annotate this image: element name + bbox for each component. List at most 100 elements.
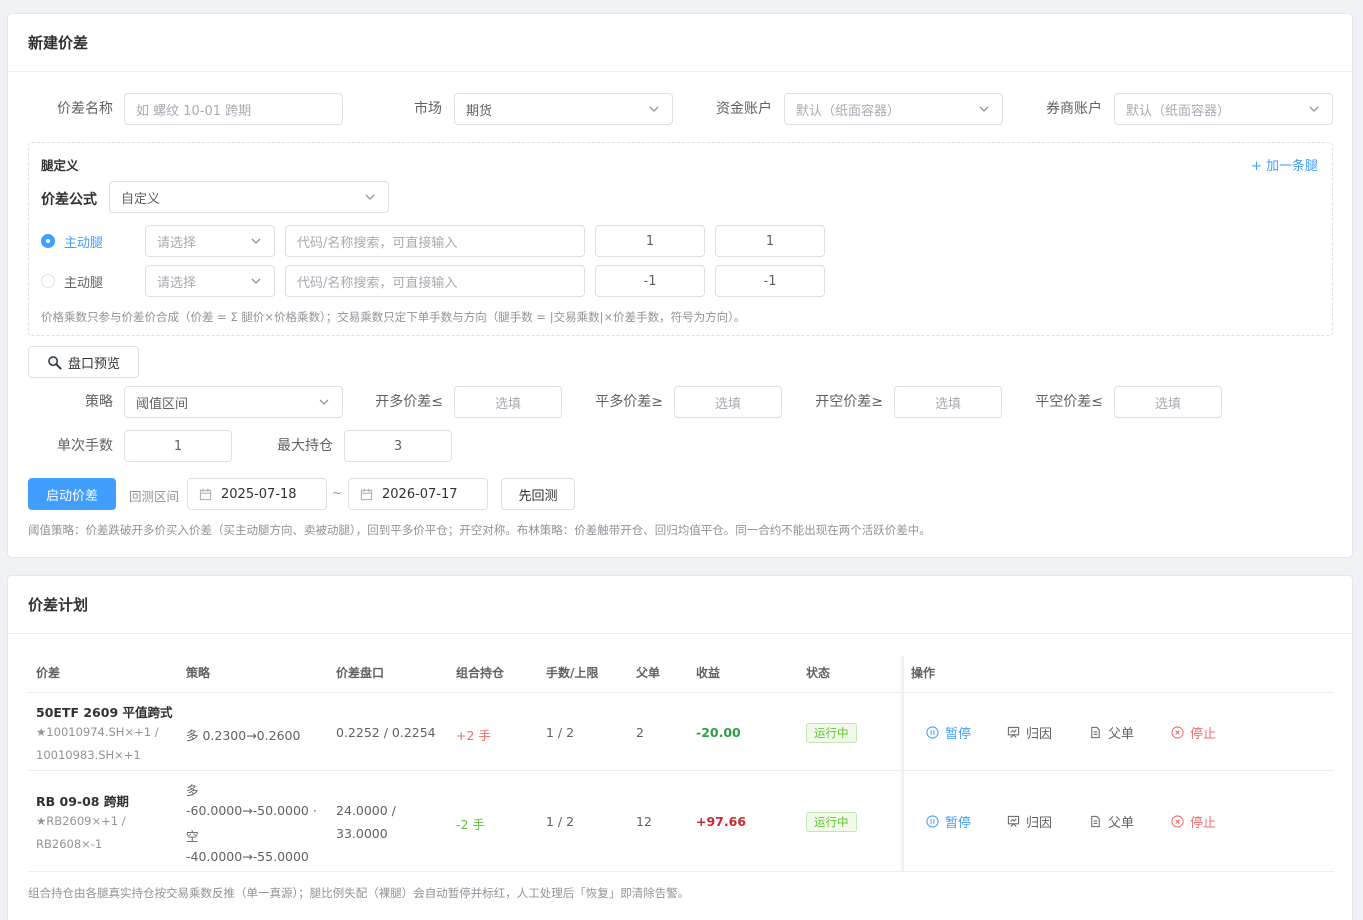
row2-quote-2: 33.0000 [336,826,388,841]
parent-orders-button[interactable]: 父单 [1089,723,1134,742]
chevron-down-icon [649,106,659,112]
row2-legs-1: ★RB2609×+1 / [36,814,126,828]
fund-account-label: 资金账户 [716,101,772,117]
spread-plans-card: 价差计划 价差 策略 价差盘口 组合持仓 手数/上限 父单 收益 状态 操作 5… [7,575,1353,920]
row2-strategy-1: 多 [186,783,199,798]
row1-spread-name: 50ETF 2609 平值跨式 [36,705,173,720]
row2-quote-1: 24.0000 / [336,803,396,818]
calendar-icon [199,488,212,500]
row1-legs-2: 10010983.SH×+1 [36,748,141,762]
fund-account-select[interactable]: 默认（纸面容器） [784,93,1003,125]
col-strategy: 策略 [186,666,211,680]
leg-definition-title: 腿定义 [41,158,79,173]
row2-parents: 12 [636,814,652,829]
start-spread-button[interactable]: 启动价差 [28,478,116,510]
document-icon [1091,726,1100,739]
leg1-type-select[interactable]: 请选择 [145,225,275,257]
strategy-hint: 阈值策略：价差跌破开多价买入价差（买主动腿方向、卖被动腿），回到平多价平仓；开空… [28,523,931,537]
document-icon [1091,815,1100,828]
chevron-down-icon [251,278,261,284]
pause-button[interactable]: 暂停 [926,812,971,831]
chevron-down-icon [1309,106,1319,112]
col-status: 状态 [806,666,831,680]
leg2-price-mult-input[interactable]: -1 [595,265,705,297]
leg2-trade-mult-input[interactable]: -1 [715,265,825,297]
orderbook-preview-button[interactable]: 盘口预览 [28,346,139,378]
status-badge: 运行中 [806,812,857,832]
fixed-column-divider [900,656,904,872]
close-circle-icon [1171,726,1184,739]
leg1-code-input[interactable]: 代码/名称搜索，可直接输入 [285,225,585,257]
leg2-active-radio[interactable] [41,274,55,288]
open-long-label: 开多价差≤ [375,394,443,410]
search-icon [48,355,62,370]
col-parents: 父单 [636,666,661,680]
stop-button[interactable]: 停止 [1171,812,1216,831]
market-select[interactable]: 期货 [454,93,673,125]
row1-pnl: -20.00 [696,725,741,740]
formula-label: 价差公式 [41,192,97,208]
chevron-down-icon [979,106,989,112]
leg2-role-label: 主动腿 [64,276,104,291]
row1-strategy: 多 0.2300→0.2600 [186,728,301,743]
row2-legs-2: RB2608×-1 [36,837,103,851]
card-title: 新建价差 [8,14,1352,72]
row2-position: -2 手 [456,817,485,832]
max-position-label: 最大持仓 [277,438,333,454]
row1-parents: 2 [636,725,644,740]
strategy-label: 策略 [85,394,113,410]
close-short-input[interactable]: 选填 [1114,386,1222,418]
leg1-trade-mult-input[interactable]: 1 [715,225,825,257]
close-long-input[interactable]: 选填 [674,386,782,418]
row2-pnl: +97.66 [696,814,747,829]
backtest-end-date[interactable]: 2026-07-17 [348,478,488,510]
col-pnl: 收益 [696,666,721,680]
col-quote: 价差盘口 [336,666,385,680]
lot-size-input[interactable]: 1 [124,430,232,462]
close-long-label: 平多价差≥ [595,394,663,410]
chevron-down-icon [365,194,375,200]
pause-icon [926,815,939,828]
broker-account-label: 券商账户 [1046,101,1102,117]
strategy-select[interactable]: 阈值区间 [124,386,343,418]
col-position: 组合持仓 [456,666,505,680]
formula-select[interactable]: 自定义 [109,181,389,213]
close-circle-icon [1171,815,1184,828]
max-position-input[interactable]: 3 [344,430,452,462]
attribution-button[interactable]: 归因 [1007,812,1052,831]
row1-lots: 1 / 2 [546,725,575,740]
backtest-button[interactable]: 先回测 [501,478,575,510]
status-badge: 运行中 [806,723,857,743]
row1-position: +2 手 [456,728,491,743]
leg1-active-radio[interactable] [41,234,55,248]
add-leg-link[interactable]: + 加一条腿 [1251,155,1318,174]
position-hint: 组合持仓由各腿真实持仓按交易乘数反推（单一真源）；腿比例失配（裸腿）会自动暂停并… [28,886,690,900]
lot-size-label: 单次手数 [57,438,113,454]
chart-icon [1007,726,1020,738]
header-divider [28,692,1334,693]
open-short-input[interactable]: 选填 [894,386,1002,418]
pause-button[interactable]: 暂停 [926,723,971,742]
row1-legs-1: ★10010974.SH×+1 / [36,725,159,739]
leg2-type-select[interactable]: 请选择 [145,265,275,297]
open-long-input[interactable]: 选填 [454,386,562,418]
row2-spread-name: RB 09-08 跨期 [36,794,129,809]
attribution-button[interactable]: 归因 [1007,723,1052,742]
parent-orders-button[interactable]: 父单 [1089,812,1134,831]
name-label: 价差名称 [57,101,113,117]
leg1-price-mult-input[interactable]: 1 [595,225,705,257]
pause-icon [926,726,939,739]
broker-account-select[interactable]: 默认（纸面容器） [1114,93,1333,125]
backtest-start-date[interactable]: 2025-07-18 [187,478,327,510]
row2-strategy-3: 空 [186,829,199,844]
stop-button[interactable]: 停止 [1171,723,1216,742]
row-divider [28,871,1334,872]
col-actions: 操作 [911,666,936,680]
row-divider [28,770,1334,771]
close-short-label: 平空价差≤ [1035,394,1103,410]
spread-name-input[interactable]: 如 螺纹 10-01 跨期 [124,93,343,125]
chart-icon [1007,815,1020,827]
leg-definition-box: 腿定义 + 加一条腿 价差公式 自定义 主动腿 请选择 代码/名称搜索，可直接输… [28,142,1333,336]
leg2-code-input[interactable]: 代码/名称搜索，可直接输入 [285,265,585,297]
create-spread-card: 新建价差 价差名称 如 螺纹 10-01 跨期 市场 期货 资金账户 默认（纸面… [7,13,1353,558]
